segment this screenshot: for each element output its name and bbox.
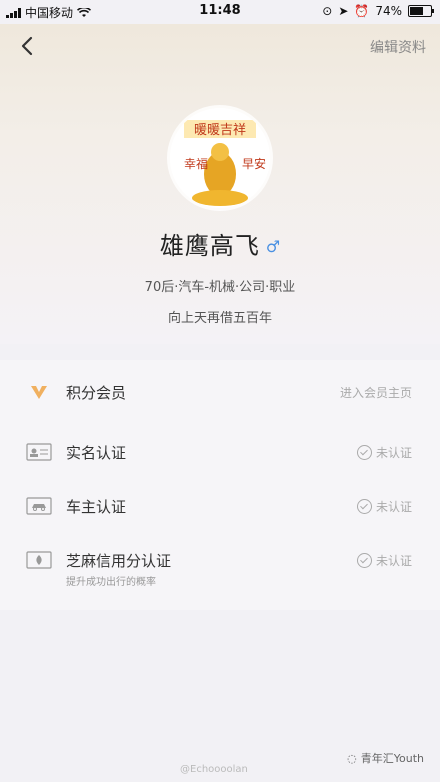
nickname-row: 雄鹰高飞 ♂: [0, 226, 440, 261]
sesame-credit-auth-status: 未认证: [356, 552, 412, 569]
sesame-credit-hint: 提升成功出行的概率: [66, 577, 156, 588]
vip-v-icon: [31, 386, 47, 399]
status-right: ⊙ ➤ ⏰ 74%: [322, 4, 434, 18]
realname-auth-row[interactable]: 实名认证 未认证: [0, 434, 440, 474]
weibo-watermark: @Echoooolan: [180, 764, 248, 775]
wechat-icon: ◌: [347, 751, 357, 765]
profile-tags: 70后·汽车-机械·公司·职业: [144, 280, 296, 295]
male-icon: ♂: [265, 237, 281, 256]
sesame-credit-auth-label: 芝麻信用分认证: [66, 552, 172, 570]
realname-auth-status: 未认证: [356, 444, 412, 461]
car-card-icon: [26, 497, 52, 515]
realname-auth-label: 实名认证: [66, 444, 127, 462]
avatar[interactable]: 暖暖吉祥 幸福 早安: [170, 108, 270, 208]
status-bar: 中国移动 11:48 ⊙ ➤ ⏰ 74%: [0, 0, 440, 24]
orientation-lock-icon: ⊙: [322, 4, 333, 18]
brand-watermark: ◌ 青年汇Youth: [347, 750, 424, 766]
id-card-icon: [26, 443, 52, 461]
check-circle-icon: [356, 445, 372, 460]
avatar-left-text: 幸福: [184, 156, 208, 171]
nickname: 雄鹰高飞: [159, 232, 260, 260]
avatar-image: 暖暖吉祥 幸福 早安: [170, 108, 270, 208]
points-member-row[interactable]: 积分会员 进入会员主页: [0, 374, 440, 414]
profile-signature: 向上天再借五百年: [167, 311, 272, 326]
alarm-icon: ⏰: [354, 4, 370, 18]
verification-list: 积分会员 进入会员主页 实名认证 未认证 车主认证 未认证 芝麻信用分认证 未认…: [0, 360, 440, 610]
avatar-top-text: 暖暖吉祥: [194, 123, 246, 138]
enter-member-home-link[interactable]: 进入会员主页: [340, 384, 412, 401]
car-owner-auth-label: 车主认证: [66, 498, 127, 516]
check-circle-icon: [356, 553, 372, 568]
sesame-credit-auth-row[interactable]: 芝麻信用分认证 未认证 提升成功出行的概率: [0, 542, 440, 588]
avatar-right-text: 早安: [242, 156, 266, 171]
car-owner-auth-status: 未认证: [356, 498, 412, 515]
check-circle-icon: [356, 499, 372, 514]
sesame-card-icon: [26, 551, 52, 569]
car-owner-auth-row[interactable]: 车主认证 未认证: [0, 488, 440, 528]
edit-profile-button[interactable]: 编辑资料: [370, 37, 426, 57]
battery-icon: [408, 5, 434, 17]
back-button[interactable]: [14, 32, 42, 60]
points-member-label: 积分会员: [66, 384, 127, 402]
location-icon: ➤: [338, 4, 349, 18]
brand-name: 青年汇Youth: [360, 752, 424, 765]
battery-percent: 74%: [375, 4, 402, 18]
